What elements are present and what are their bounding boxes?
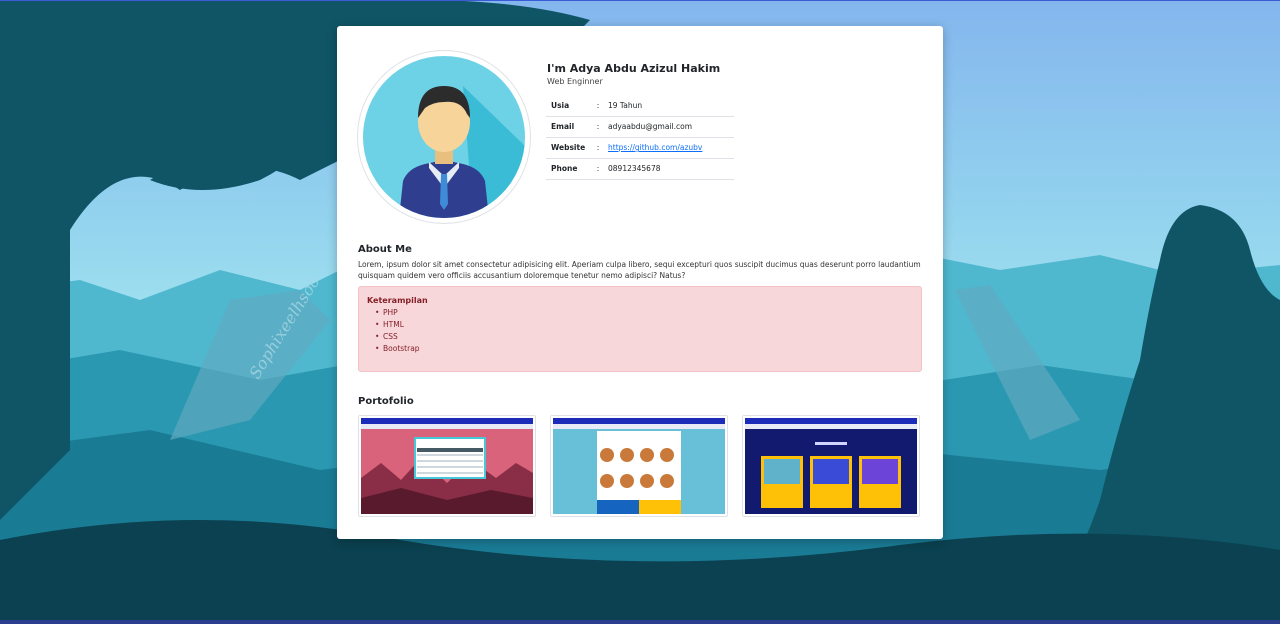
- info-row-email: Email : adyaabdu@gmail.com: [546, 116, 734, 138]
- info-separator: :: [593, 137, 603, 159]
- info-separator: :: [593, 116, 603, 138]
- skill-item: PHP: [375, 307, 913, 319]
- info-value: 19 Tahun: [603, 95, 734, 117]
- user-avatar-icon: [363, 56, 525, 218]
- info-label: Phone: [546, 158, 593, 180]
- portfolio-project-cards-screenshot: [745, 418, 917, 514]
- profile-info-table: Usia : 19 Tahun Email : adyaabdu@gmail.c…: [546, 95, 734, 180]
- profile-role: Web Enginner: [547, 77, 603, 86]
- portfolio-heading: Portofolio: [358, 396, 414, 407]
- info-separator: :: [593, 158, 603, 180]
- profile-name: I'm Adya Abdu Azizul Hakim: [547, 62, 721, 75]
- skill-item: HTML: [375, 319, 913, 331]
- profile-card: I'm Adya Abdu Azizul Hakim Web Enginner …: [337, 26, 943, 539]
- portfolio-item-3[interactable]: [742, 415, 920, 517]
- skill-item: Bootstrap: [375, 343, 913, 355]
- info-value: adyaabdu@gmail.com: [603, 116, 734, 138]
- skill-item: CSS: [375, 331, 913, 343]
- skills-alert: Keterampilan PHP HTML CSS Bootstrap: [358, 286, 922, 372]
- avatar: [357, 50, 531, 224]
- about-text: Lorem, ipsum dolor sit amet consectetur …: [358, 260, 921, 280]
- portfolio-item-2[interactable]: [550, 415, 728, 517]
- info-label: Website: [546, 137, 593, 159]
- info-label: Usia: [546, 95, 593, 117]
- portfolio-profile-grid-screenshot: [553, 418, 725, 514]
- portfolio-table-app-screenshot: [361, 418, 533, 514]
- info-separator: :: [593, 95, 603, 117]
- info-row-age: Usia : 19 Tahun: [546, 95, 734, 117]
- portfolio-item-1[interactable]: [358, 415, 536, 517]
- info-row-phone: Phone : 08912345678: [546, 158, 734, 180]
- skills-title: Keterampilan: [367, 296, 428, 305]
- skills-list: PHP HTML CSS Bootstrap: [367, 307, 913, 355]
- info-row-website: Website : https://github.com/azubv: [546, 137, 734, 159]
- about-heading: About Me: [358, 244, 412, 255]
- info-value: 08912345678: [603, 158, 734, 180]
- info-label: Email: [546, 116, 593, 138]
- website-link[interactable]: https://github.com/azubv: [608, 143, 702, 152]
